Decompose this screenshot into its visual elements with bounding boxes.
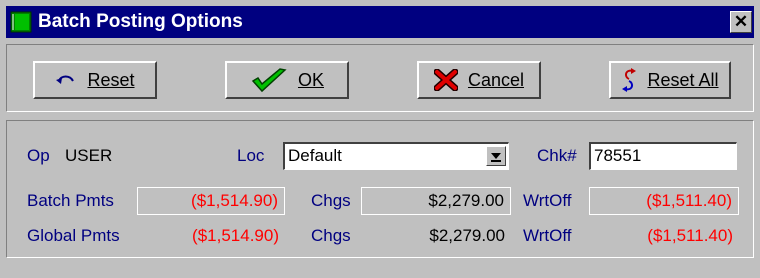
chevron-down-icon xyxy=(491,153,501,162)
global-pmts-value: ($1,514.90) xyxy=(192,226,279,245)
reset-label: Reset xyxy=(87,69,135,90)
cancel-button[interactable]: Cancel xyxy=(417,61,541,99)
chk-label: Chk# xyxy=(537,146,577,165)
loc-label: Loc xyxy=(237,146,265,165)
ok-button[interactable]: OK xyxy=(225,61,349,99)
chk-number-value: 78551 xyxy=(594,146,642,165)
op-value: USER xyxy=(65,146,113,165)
global-wrtoff-label: WrtOff xyxy=(523,226,572,245)
ok-label: OK xyxy=(297,69,324,90)
book-icon xyxy=(10,11,32,33)
dropdown-arrow-button[interactable] xyxy=(486,146,506,166)
red-x-icon xyxy=(433,69,458,91)
loc-dropdown[interactable]: Default xyxy=(283,142,509,170)
batch-pmts-value: ($1,514.90) xyxy=(137,187,285,215)
batch-pmts-label: Batch Pmts xyxy=(27,191,114,210)
reset-button[interactable]: Reset xyxy=(33,61,157,99)
toolbar: Reset OK Cancel Reset All xyxy=(6,44,754,112)
reset-all-label: Reset All xyxy=(647,69,719,90)
op-label: Op xyxy=(27,146,50,165)
global-wrtoff-value: ($1,511.40) xyxy=(647,226,733,245)
posting-details-panel: Op USER Loc Default Chk# 78551 Batch Pmt… xyxy=(6,120,754,258)
checkmark-icon xyxy=(251,68,287,93)
refresh-arrows-icon xyxy=(622,68,637,92)
cancel-label: Cancel xyxy=(467,69,525,90)
batch-chgs-value: $2,279.00 xyxy=(361,187,511,215)
window-title: Batch Posting Options xyxy=(38,11,243,32)
undo-arrow-icon xyxy=(56,75,75,84)
global-chgs-value: $2,279.00 xyxy=(429,226,505,245)
close-icon: ✕ xyxy=(733,12,749,31)
batch-wrtoff-value: ($1,511.40) xyxy=(589,187,739,215)
loc-selected-value: Default xyxy=(288,146,342,165)
global-pmts-label: Global Pmts xyxy=(27,226,120,245)
batch-chgs-label: Chgs xyxy=(311,191,351,210)
chk-number-input[interactable]: 78551 xyxy=(589,142,737,170)
batch-wrtoff-label: WrtOff xyxy=(523,191,572,210)
batch-posting-options-dialog: Batch Posting Options ✕ Reset OK Cancel xyxy=(0,0,760,278)
title-bar[interactable]: Batch Posting Options ✕ xyxy=(6,6,754,38)
close-button[interactable]: ✕ xyxy=(730,11,752,33)
global-chgs-label: Chgs xyxy=(311,226,351,245)
reset-all-button[interactable]: Reset All xyxy=(609,61,731,99)
